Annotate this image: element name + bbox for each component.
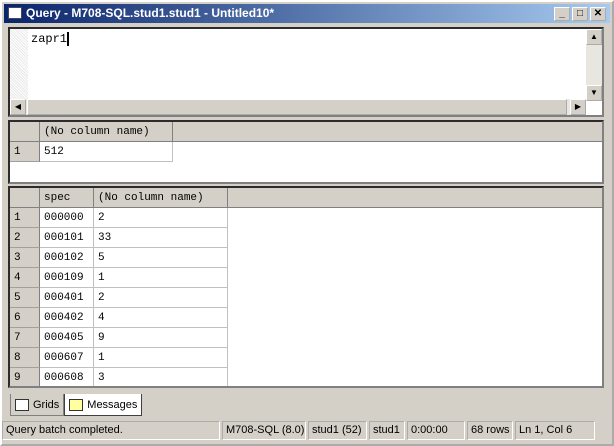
table-cell[interactable]: 000101	[40, 228, 94, 248]
table-cell[interactable]: 1	[94, 348, 228, 368]
minimize-button[interactable]: _	[554, 7, 570, 21]
row-number[interactable]: 1	[10, 142, 40, 162]
row-number[interactable]: 1	[10, 208, 40, 228]
row-number[interactable]: 4	[10, 268, 40, 288]
table-cell[interactable]: 4	[94, 308, 228, 328]
row-number[interactable]: 7	[10, 328, 40, 348]
text-caret	[67, 32, 70, 46]
status-rows: 68 rows	[467, 421, 513, 440]
table-cell[interactable]: 3	[94, 368, 228, 386]
scroll-right-arrow-icon[interactable]: ▶	[570, 99, 586, 115]
row-number[interactable]: 2	[10, 228, 40, 248]
query-window-icon	[8, 7, 22, 19]
table-cell[interactable]: 000000	[40, 208, 94, 228]
table-cell[interactable]: 2	[94, 208, 228, 228]
table-cell[interactable]: 000607	[40, 348, 94, 368]
query-text[interactable]: zapr1	[31, 32, 67, 46]
scroll-down-arrow-icon[interactable]: ▼	[586, 85, 602, 101]
row-number[interactable]: 8	[10, 348, 40, 368]
maximize-button[interactable]: □	[572, 7, 588, 21]
column-header[interactable]: spec	[40, 188, 94, 208]
table-cell[interactable]: 512	[40, 142, 173, 162]
status-time: 0:00:00	[407, 421, 465, 440]
tab-messages[interactable]: Messages	[64, 394, 143, 416]
table-cell[interactable]: 5	[94, 248, 228, 268]
table-cell[interactable]: 9	[94, 328, 228, 348]
scroll-up-arrow-icon[interactable]: ▲	[586, 29, 602, 45]
status-bar: Query batch completed. M708-SQL (8.0) st…	[2, 421, 597, 440]
row-number[interactable]: 3	[10, 248, 40, 268]
horizontal-scrollbar[interactable]: ◀ ▶	[10, 99, 586, 115]
editor-gutter	[10, 29, 28, 101]
status-position: Ln 1, Col 6	[515, 421, 595, 440]
close-button[interactable]: ✕	[590, 7, 606, 21]
query-editor[interactable]: zapr1 ▲ ▼ ◀ ▶	[8, 27, 604, 117]
tab-grids[interactable]: Grids	[10, 394, 65, 416]
results-grid-2[interactable]: spec (No column name) 1 000000 2 2 000101 33 3 00…	[8, 186, 604, 388]
status-user: stud1 (52)	[308, 421, 367, 440]
table-cell[interactable]: 000401	[40, 288, 94, 308]
vertical-scrollbar[interactable]: ▲ ▼	[586, 29, 602, 101]
grid-icon	[15, 398, 29, 411]
row-number-header[interactable]	[10, 122, 40, 142]
status-message: Query batch completed.	[2, 421, 220, 440]
column-header[interactable]: (No column name)	[94, 188, 228, 208]
column-header[interactable]: (No column name)	[40, 122, 173, 142]
status-database: stud1	[369, 421, 405, 440]
table-cell[interactable]: 000405	[40, 328, 94, 348]
table-cell[interactable]: 000402	[40, 308, 94, 328]
window-title: Query - M708-SQL.stud1.stud1 - Untitled1…	[26, 6, 275, 20]
results-grid-1[interactable]: (No column name) 1 512	[8, 120, 604, 184]
table-cell[interactable]: 33	[94, 228, 228, 248]
row-number-header[interactable]	[10, 188, 40, 208]
table-cell[interactable]: 2	[94, 288, 228, 308]
tab-grids-label: Grids	[33, 398, 60, 411]
table-cell[interactable]: 000102	[40, 248, 94, 268]
table-cell[interactable]: 000109	[40, 268, 94, 288]
title-bar: Query - M708-SQL.stud1.stud1 - Untitled1…	[4, 4, 610, 23]
row-number[interactable]: 5	[10, 288, 40, 308]
row-number[interactable]: 6	[10, 308, 40, 328]
tab-messages-label: Messages	[87, 398, 138, 411]
scroll-left-arrow-icon[interactable]: ◀	[10, 99, 26, 115]
table-cell[interactable]: 000608	[40, 368, 94, 386]
horizontal-scroll-thumb[interactable]	[27, 99, 567, 115]
messages-icon	[69, 398, 84, 411]
status-server: M708-SQL (8.0)	[222, 421, 306, 440]
row-number[interactable]: 9	[10, 368, 40, 386]
table-cell[interactable]: 1	[94, 268, 228, 288]
